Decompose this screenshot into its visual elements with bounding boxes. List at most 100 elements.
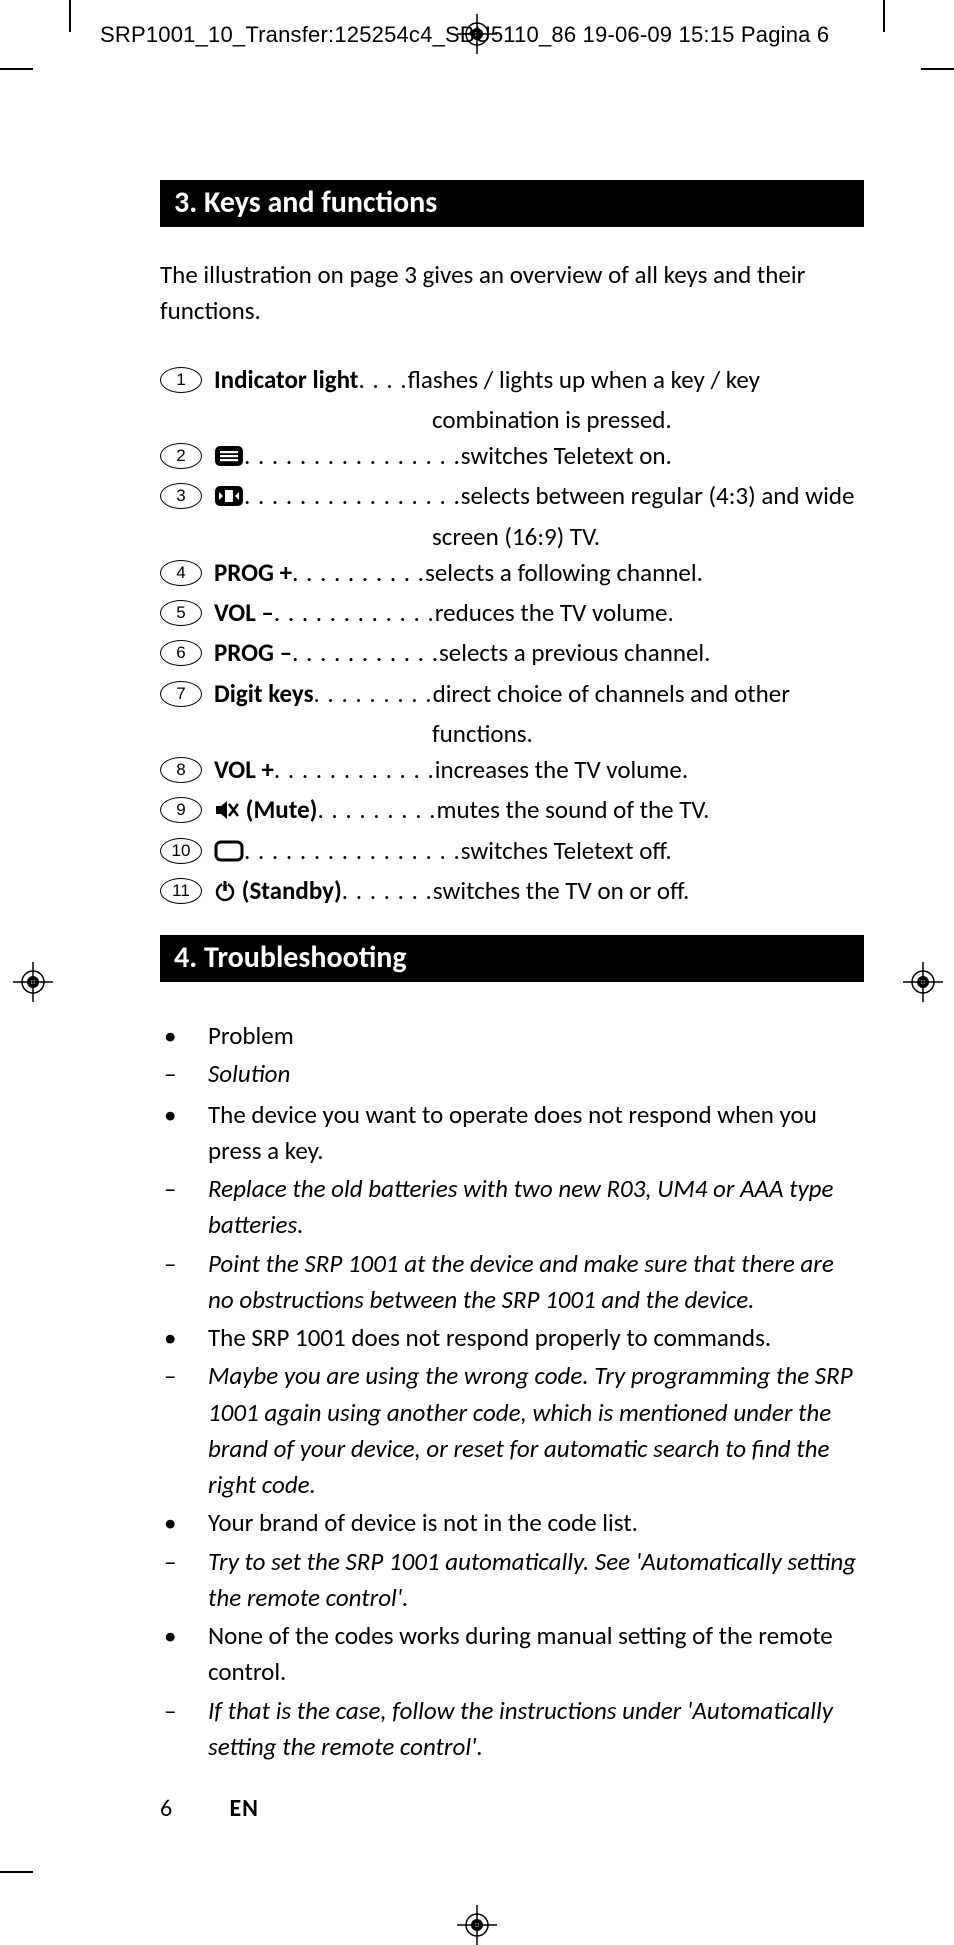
key-body: Digit keys . . . . . . . . . direct choi… <box>202 676 860 712</box>
troubleshooting-list: •Problem–Solution •The device you want t… <box>160 1018 860 1765</box>
key-label: PROG + <box>214 555 292 591</box>
leader-dots: . . . . . . . . . . <box>292 555 425 591</box>
leader-dots: . . . . . . . . . . . . <box>274 752 435 788</box>
troubleshooting-row: –Point the SRP 1001 at the device and ma… <box>160 1246 860 1319</box>
key-number-badge: 7 <box>160 681 202 707</box>
key-row: 1 Indicator light . . . . flashes / light… <box>160 362 860 398</box>
key-row: 10 . . . . . . . . . . . . . . . . switc… <box>160 833 860 869</box>
section-3-intro: The illustration on page 3 gives an over… <box>160 257 840 330</box>
language-code: EN <box>229 1794 259 1823</box>
leader-dots: . . . . . . . . . . . . <box>274 595 435 631</box>
key-body: PROG –. . . . . . . . . . . selects a pr… <box>202 635 860 671</box>
key-body: VOL – . . . . . . . . . . . . reduces th… <box>202 595 860 631</box>
leader-dots: . . . . . . . . . . . . . . . . <box>244 438 461 474</box>
crop-mark <box>0 1871 33 1873</box>
key-body: (Standby) . . . . . . . switches the TV … <box>202 873 860 909</box>
troubleshooting-row: –Try to set the SRP 1001 automatically. … <box>160 1544 860 1617</box>
problem-text: The device you want to operate does not … <box>208 1097 860 1170</box>
bullet-icon: • <box>160 1320 208 1356</box>
crop-mark <box>0 68 33 70</box>
key-description: direct choice of channels and other <box>433 676 860 712</box>
key-label <box>214 478 244 514</box>
key-label: (Standby) <box>214 873 342 909</box>
page-number: 6 <box>160 1794 224 1823</box>
section-4-heading: 4. Troubleshooting <box>160 935 864 982</box>
key-row: 7Digit keys . . . . . . . . . direct cho… <box>160 676 860 712</box>
key-description: increases the TV volume. <box>435 752 860 788</box>
troubleshooting-row: –Replace the old batteries with two new … <box>160 1171 860 1244</box>
crop-mark <box>69 0 71 32</box>
troubleshooting-row: –Maybe you are using the wrong code. Try… <box>160 1358 860 1503</box>
key-number-badge: 4 <box>160 560 202 586</box>
solution-text: If that is the case, follow the instruct… <box>208 1693 860 1766</box>
leader-dots: . . . . <box>358 362 407 398</box>
key-row: 4PROG + . . . . . . . . . . selects a fo… <box>160 555 860 591</box>
key-number-badge: 11 <box>160 878 202 904</box>
problem-text: Your brand of device is not in the code … <box>208 1505 860 1541</box>
leader-dots: . . . . . . . <box>342 873 433 909</box>
troubleshooting-row: •The device you want to operate does not… <box>160 1097 860 1170</box>
key-description: flashes / lights up when a key / key <box>408 362 860 398</box>
key-number-badge: 1 <box>160 367 202 393</box>
key-row: 6PROG –. . . . . . . . . . . selects a p… <box>160 635 860 671</box>
dash-icon: – <box>160 1544 208 1617</box>
key-label: Indicator light <box>214 362 358 398</box>
registration-mark-icon <box>13 962 53 1002</box>
bullet-icon: • <box>160 1018 208 1054</box>
key-description: mutes the sound of the TV. <box>436 792 860 828</box>
section-3-heading: 3. Keys and functions <box>160 180 864 227</box>
key-body: VOL + . . . . . . . . . . . . increases … <box>202 752 860 788</box>
dash-icon: – <box>160 1358 208 1503</box>
key-description: selects a previous channel. <box>439 635 860 671</box>
key-label: (Mute) <box>214 792 317 828</box>
leader-dots: . . . . . . . . . . . . . . . . <box>244 833 461 869</box>
leader-dots: . . . . . . . . . . . . . . . . <box>244 478 461 514</box>
key-body: PROG + . . . . . . . . . . selects a fol… <box>202 555 860 591</box>
key-number-badge: 2 <box>160 443 202 469</box>
key-label: VOL + <box>214 752 274 788</box>
solution-text: Try to set the SRP 1001 automatically. S… <box>208 1544 860 1617</box>
key-body: (Mute) . . . . . . . . . mutes the sound… <box>202 792 860 828</box>
key-row: 3 . . . . . . . . . . . . . . . . select… <box>160 478 860 514</box>
key-description-continuation: combination is pressed. <box>432 402 860 438</box>
key-body: . . . . . . . . . . . . . . . . switches… <box>202 833 860 869</box>
troubleshooting-row: •The SRP 1001 does not respond properly … <box>160 1320 860 1356</box>
key-body: . . . . . . . . . . . . . . . . selects … <box>202 478 860 514</box>
crop-mark <box>921 68 954 70</box>
page-footer: 6 EN <box>160 1794 259 1823</box>
key-label: VOL – <box>214 595 274 631</box>
key-description: reduces the TV volume. <box>435 595 860 631</box>
key-row: 11 (Standby) . . . . . . . switches the … <box>160 873 860 909</box>
print-slug: SRP1001_10_Transfer:125254c4_SBU5110_86 … <box>100 22 829 48</box>
content-area: 3. Keys and functions The illustration o… <box>160 180 860 1767</box>
key-description: selects between regular (4:3) and wide <box>461 478 860 514</box>
problem-text: The SRP 1001 does not respond properly t… <box>208 1320 860 1356</box>
page: SRP1001_10_Transfer:125254c4_SBU5110_86 … <box>0 0 954 1941</box>
troubleshooting-row: –Solution <box>160 1056 860 1092</box>
troubleshooting-row: •None of the codes works during manual s… <box>160 1618 860 1691</box>
solution-text: Solution <box>208 1056 860 1092</box>
troubleshooting-row: •Problem <box>160 1018 860 1054</box>
key-row: 8VOL + . . . . . . . . . . . . increases… <box>160 752 860 788</box>
key-row: 2 . . . . . . . . . . . . . . . . switch… <box>160 438 860 474</box>
leader-dots: . . . . . . . . . . . <box>292 635 439 671</box>
registration-mark-icon <box>903 962 943 1002</box>
key-description: switches the TV on or off. <box>433 873 860 909</box>
key-number-badge: 8 <box>160 757 202 783</box>
solution-text: Maybe you are using the wrong code. Try … <box>208 1358 860 1503</box>
bullet-icon: • <box>160 1505 208 1541</box>
crop-mark <box>883 0 885 32</box>
key-row: 9 (Mute) . . . . . . . . . mutes the sou… <box>160 792 860 828</box>
key-description: switches Teletext on. <box>461 438 860 474</box>
dash-icon: – <box>160 1246 208 1319</box>
key-number-badge: 10 <box>160 838 202 864</box>
problem-text: Problem <box>208 1018 860 1054</box>
key-label <box>214 833 244 869</box>
key-number-badge: 6 <box>160 640 202 666</box>
key-number-badge: 9 <box>160 797 202 823</box>
key-description: selects a following channel. <box>425 555 860 591</box>
troubleshooting-row: •Your brand of device is not in the code… <box>160 1505 860 1541</box>
key-description-continuation: functions. <box>432 716 860 752</box>
key-number-badge: 3 <box>160 483 202 509</box>
bullet-icon: • <box>160 1618 208 1691</box>
